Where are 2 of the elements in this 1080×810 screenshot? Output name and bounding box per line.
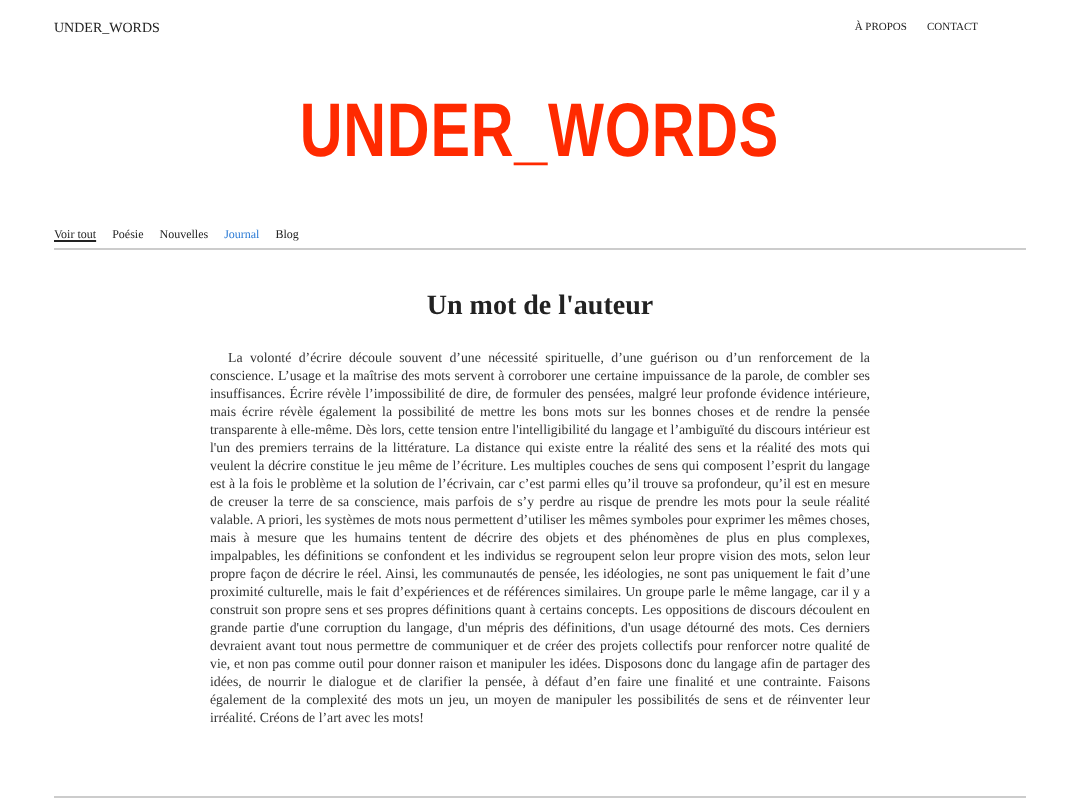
article-title: Un mot de l'auteur	[424, 292, 656, 324]
logo-title: UNDER_WORDS	[300, 92, 780, 172]
